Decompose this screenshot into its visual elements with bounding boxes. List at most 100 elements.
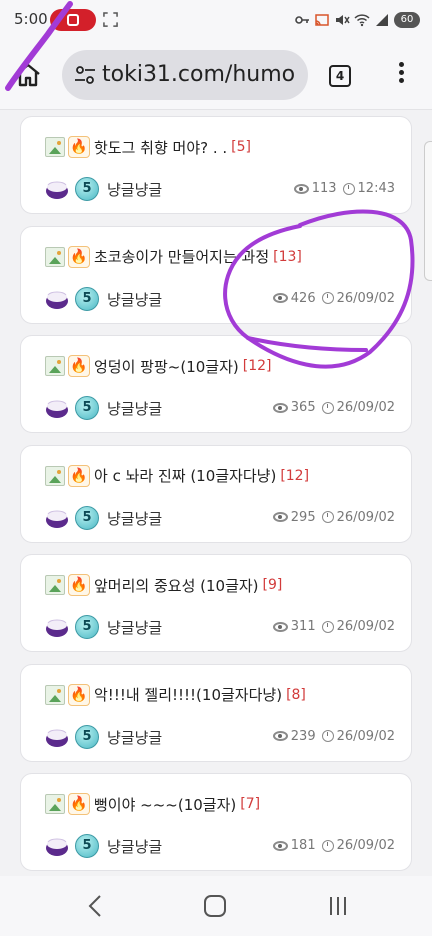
author-name[interactable]: 냥글냥글 (107, 179, 162, 200)
clock-icon (321, 620, 334, 633)
fire-icon: 🔥 (68, 574, 90, 596)
post-time: 26/09/02 (336, 619, 395, 634)
post-card[interactable]: 🔥 핫도그 취향 머야? . . [5] 5 냥글냥글 113 12:43 (20, 116, 412, 214)
post-title[interactable]: 악!!!내 젤리!!!!(10글자다냥) (94, 684, 282, 705)
fire-icon: 🔥 (68, 464, 90, 487)
avatar (45, 835, 69, 857)
avatar (45, 616, 69, 638)
clock-icon (321, 511, 334, 523)
fire-icon: 🔥 (68, 136, 90, 158)
battery-indicator: 60 (394, 12, 420, 28)
image-post-icon (45, 246, 65, 267)
author-name[interactable]: 냥글냥글 (107, 617, 162, 638)
side-panel-handle[interactable] (424, 141, 432, 281)
clock-icon (321, 730, 334, 742)
post-title[interactable]: 뻥이야 ~~~(10글자) (94, 794, 236, 815)
post-title[interactable]: 핫도그 취향 머야? . . (94, 137, 227, 158)
post-meta: 365 26/09/02 (272, 400, 395, 415)
overflow-menu-icon[interactable] (396, 62, 406, 88)
post-meta: 181 26/09/02 (272, 838, 395, 853)
post-time: 26/09/02 (336, 728, 395, 744)
site-settings-icon[interactable] (74, 65, 96, 85)
level-badge: 5 (75, 724, 99, 749)
post-title[interactable]: 초코송이가 만들어지는 과정 (94, 246, 269, 267)
post-card[interactable]: 🔥 뻥이야 ~~~(10글자) [7] 5 냥글냥글 181 26/09/02 (20, 773, 412, 871)
tab-switcher-button[interactable]: 4 (329, 65, 351, 87)
post-card[interactable]: 🔥 초코송이가 만들어지는 과정 [13] 5 냥글냥글 426 26/09/02 (20, 225, 412, 324)
fire-icon: 🔥 (68, 355, 90, 377)
comment-count: [8] (286, 686, 306, 703)
post-time: 26/09/02 (336, 509, 395, 525)
post-card[interactable]: 🔥 엉덩이 팡팡~(10글자) [12] 5 냥글냥글 365 26/09/02 (20, 335, 412, 433)
status-time: 5:00 (14, 10, 48, 28)
url-text[interactable]: toki31.com/humo (102, 62, 302, 87)
clock-icon (321, 401, 334, 414)
level-badge: 5 (75, 286, 99, 311)
eye-icon (272, 512, 288, 522)
eye-icon (272, 402, 288, 413)
level-badge: 5 (75, 615, 99, 639)
eye-icon (293, 183, 309, 194)
avatar (45, 288, 69, 310)
image-post-icon (45, 356, 65, 376)
level-badge: 5 (75, 177, 99, 201)
address-bar[interactable]: toki31.com/humo (62, 50, 308, 100)
post-meta: 239 26/09/02 (272, 728, 395, 744)
clock-icon (321, 839, 334, 852)
home-nav-icon[interactable] (204, 895, 226, 917)
post-time: 12:43 (357, 181, 395, 196)
view-count: 181 (290, 838, 316, 853)
avatar (45, 178, 69, 200)
comment-count: [7] (240, 796, 261, 812)
clock-icon (342, 182, 355, 195)
post-card[interactable]: 🔥 앞머리의 중요성 (10글자) [9] 5 냥글냥글 311 26/09/02 (20, 554, 412, 652)
eye-icon (272, 840, 288, 851)
back-icon[interactable] (87, 894, 103, 918)
image-post-icon (45, 575, 65, 595)
view-count: 311 (290, 619, 316, 634)
post-card[interactable]: 🔥 아 c 놔라 진짜 (10글자다냥) [12] 5 냥글냥글 295 26/09/02 (20, 444, 412, 543)
comment-count: [13] (273, 248, 302, 265)
eye-icon (272, 621, 288, 632)
camera-icon (67, 14, 79, 26)
status-icons: 60 (294, 10, 420, 30)
wifi-icon (354, 14, 370, 27)
author-name[interactable]: 냥글냥글 (107, 398, 162, 419)
post-time: 26/09/02 (336, 838, 395, 853)
view-count: 295 (290, 509, 316, 525)
fire-icon: 🔥 (68, 683, 90, 706)
mute-icon (336, 15, 350, 25)
key-icon (295, 16, 309, 24)
post-meta: 113 12:43 (293, 181, 395, 196)
post-list: 🔥 핫도그 취향 머야? . . [5] 5 냥글냥글 113 12:43 🔥 초코송이가 만들… (0, 111, 432, 876)
image-post-icon (45, 684, 65, 705)
browser-toolbar: toki31.com/humo 4 (0, 40, 432, 110)
post-title[interactable]: 엉덩이 팡팡~(10글자) (94, 356, 239, 377)
author-name[interactable]: 냥글냥글 (107, 508, 162, 529)
recent-apps-icon[interactable] (327, 895, 349, 917)
screenshot-icon (103, 12, 118, 27)
screen-record-indicator[interactable] (50, 9, 96, 31)
post-time: 26/09/02 (336, 290, 395, 306)
post-meta: 295 26/09/02 (272, 509, 395, 525)
system-nav-bar (0, 876, 432, 936)
post-title[interactable]: 아 c 놔라 진짜 (10글자다냥) (94, 465, 276, 486)
post-card[interactable]: 🔥 악!!!내 젤리!!!!(10글자다냥) [8] 5 냥글냥글 239 26/09/02 (20, 663, 412, 762)
signal-icon (376, 14, 388, 26)
comment-count: [9] (262, 577, 283, 593)
avatar (45, 726, 69, 748)
view-count: 426 (290, 290, 316, 306)
comment-count: [12] (242, 358, 272, 374)
author-name[interactable]: 냥글냥글 (107, 289, 162, 310)
level-badge: 5 (75, 505, 99, 530)
author-name[interactable]: 냥글냥글 (107, 727, 162, 748)
home-icon[interactable] (14, 62, 42, 88)
view-count: 239 (290, 728, 316, 744)
avatar (45, 507, 69, 529)
clock-icon (321, 292, 334, 304)
view-count: 365 (290, 400, 316, 415)
author-name[interactable]: 냥글냥글 (107, 836, 162, 857)
status-bar: 5:00 60 (0, 0, 432, 40)
avatar (45, 397, 69, 419)
post-title[interactable]: 앞머리의 중요성 (10글자) (94, 575, 259, 596)
